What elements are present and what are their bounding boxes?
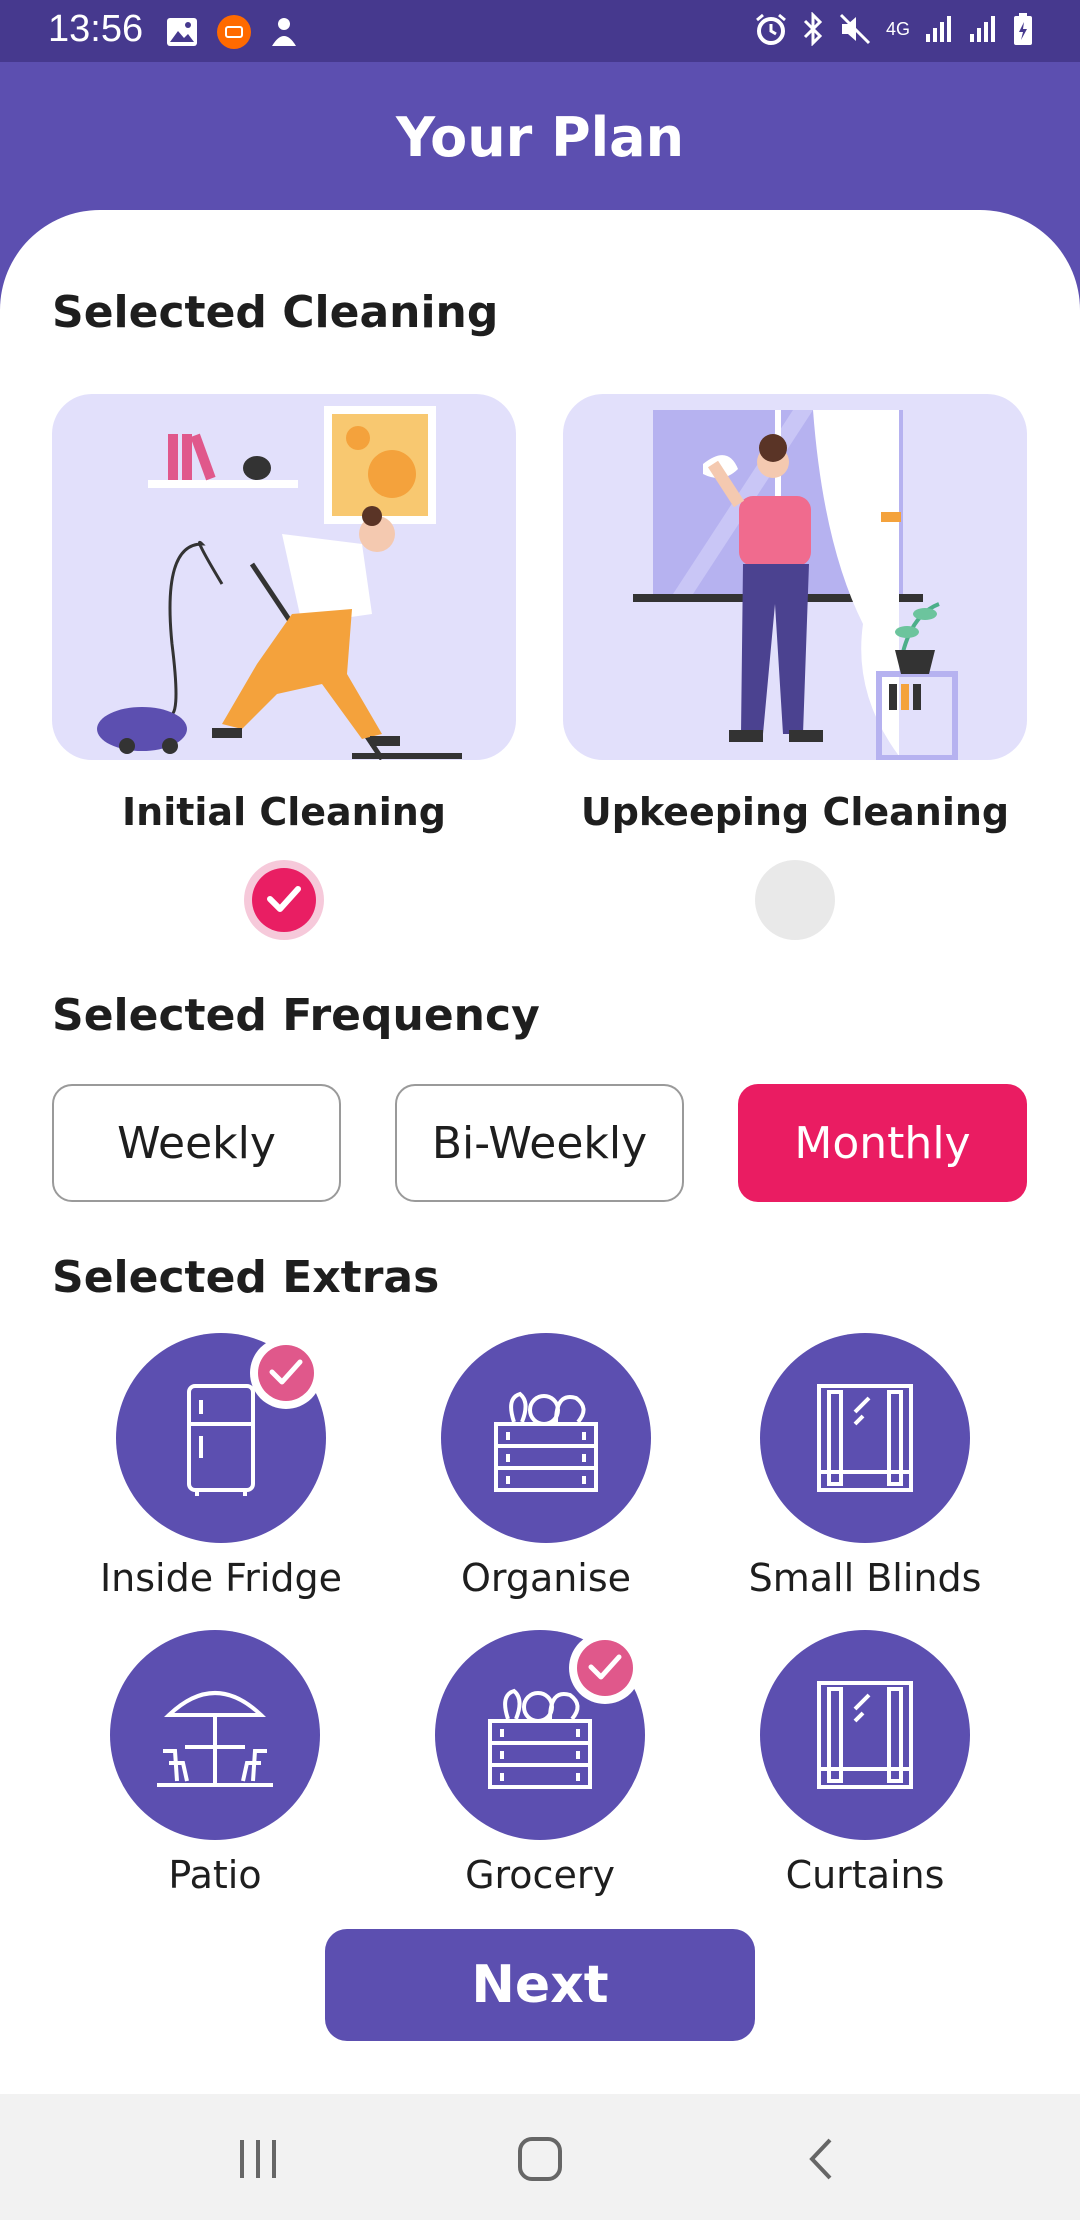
selected-badge [569, 1632, 641, 1704]
upkeeping-cleaning-radio[interactable] [755, 860, 835, 940]
image-icon [167, 18, 197, 46]
initial-cleaning-label: Initial Cleaning [122, 790, 446, 834]
extra-patio[interactable] [110, 1630, 320, 1840]
check-icon [588, 1654, 622, 1680]
upkeeping-cleaning-card[interactable] [563, 394, 1027, 760]
frequency-monthly-button[interactable]: Monthly [738, 1084, 1027, 1202]
extra-inside-fridge[interactable] [116, 1333, 326, 1543]
home-icon[interactable] [510, 2134, 570, 2184]
frequency-weekly-button[interactable]: Weekly [52, 1084, 341, 1202]
window-cleaning-illustration [633, 410, 958, 760]
battery-icon [1014, 13, 1032, 45]
extra-small-blinds-label: Small Blinds [748, 1556, 982, 1600]
signal-icon [970, 16, 995, 42]
initial-cleaning-card[interactable] [52, 394, 516, 760]
page-title: Your Plan [395, 106, 685, 169]
back-icon[interactable] [792, 2134, 852, 2184]
extras-section-title: Selected Extras [52, 1252, 440, 1303]
frequency-biweekly-button[interactable]: Bi-Weekly [395, 1084, 684, 1202]
next-button[interactable]: Next [325, 1929, 755, 2041]
upkeeping-cleaning-label: Upkeeping Cleaning [580, 790, 1010, 834]
mi-icon [217, 15, 251, 49]
selected-badge [250, 1337, 322, 1409]
notification-person-icon [272, 18, 296, 46]
patio-table-icon [157, 1691, 273, 1787]
extra-grocery[interactable] [435, 1630, 645, 1840]
frequency-section-title: Selected Frequency [52, 990, 540, 1041]
extra-organise-label: Organise [460, 1556, 632, 1600]
extra-curtains[interactable] [760, 1630, 970, 1840]
status-time: 13:56 [48, 8, 144, 50]
app-header: Your Plan [0, 62, 1080, 212]
initial-cleaning-radio[interactable] [244, 860, 324, 940]
status-bar: 13:56 4G [0, 0, 1080, 62]
4g-icon: 4G [886, 19, 911, 39]
mute-icon [839, 13, 871, 45]
system-nav-bar [0, 2094, 1080, 2220]
recents-icon[interactable] [228, 2134, 288, 2184]
alarm-icon [756, 13, 786, 45]
extra-inside-fridge-label: Inside Fridge [99, 1556, 343, 1600]
extra-patio-label: Patio [168, 1853, 262, 1897]
cleaning-section-title: Selected Cleaning [52, 287, 499, 338]
check-icon [269, 1359, 303, 1385]
extra-curtains-label: Curtains [785, 1853, 945, 1897]
extra-small-blinds[interactable] [760, 1333, 970, 1543]
window-blinds-icon [817, 1384, 913, 1492]
vacuum-cleaning-illustration [97, 406, 462, 760]
window-blinds-icon [817, 1681, 913, 1789]
check-icon [267, 886, 301, 912]
signal-icon [926, 16, 951, 42]
crate-icon [494, 1391, 598, 1492]
extra-grocery-label: Grocery [465, 1853, 615, 1897]
extra-organise[interactable] [441, 1333, 651, 1543]
bluetooth-icon [803, 12, 823, 46]
